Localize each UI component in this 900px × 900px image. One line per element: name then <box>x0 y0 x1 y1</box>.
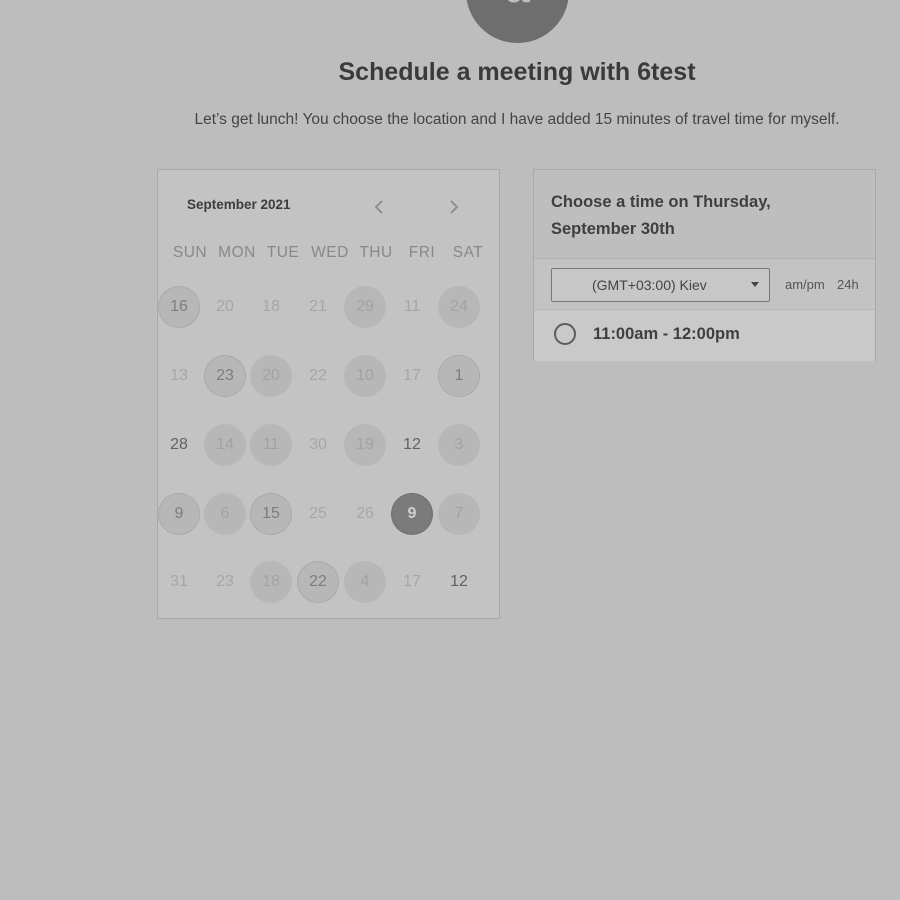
calendar-day[interactable]: 19 <box>344 424 386 466</box>
calendar-day: 20 <box>216 298 234 315</box>
calendar-day[interactable]: 18 <box>250 561 292 603</box>
calendar-day: 26 <box>356 505 374 522</box>
calendar-day: 23 <box>216 573 234 590</box>
time-slot-label: 11:00am - 12:00pm <box>593 325 740 343</box>
24h-format-toggle[interactable]: 24h <box>837 277 859 292</box>
calendar-day: 17 <box>403 573 421 590</box>
calendar-day[interactable]: 10 <box>344 355 386 397</box>
calendar-day: 25 <box>309 505 327 522</box>
time-slot-option[interactable]: 11:00am - 12:00pm <box>534 309 875 361</box>
calendar-day-grid: 16 20 18 21 29 11 24 13 23 20 22 10 17 1 28 14 11 30 19 12 3… <box>158 170 499 618</box>
calendar-day[interactable]: 9 <box>158 493 200 535</box>
page-title: Schedule a meeting with 6test <box>338 58 696 86</box>
calendar-day[interactable]: 1 <box>438 355 480 397</box>
calendar-day: 11 <box>403 298 421 315</box>
timezone-value: (GMT+03:00) Kiev <box>592 277 707 293</box>
ampm-format-toggle[interactable]: am/pm <box>785 277 825 292</box>
calendar-day: 21 <box>309 298 327 315</box>
calendar-day[interactable]: 15 <box>250 493 292 535</box>
calendar-day-selected[interactable]: 9 <box>391 493 433 535</box>
selected-date-heading: Choose a time on Thursday, September 30t… <box>551 193 771 238</box>
calendar-day: 28 <box>170 436 188 453</box>
calendar-day[interactable]: 6 <box>204 493 246 535</box>
calendar-day: 30 <box>309 436 327 453</box>
calendar-day: 12 <box>403 436 421 453</box>
calendar-day[interactable]: 14 <box>204 424 246 466</box>
calendar-day[interactable]: 29 <box>344 286 386 328</box>
calendar-day[interactable]: 7 <box>438 493 480 535</box>
calendar-day[interactable]: 3 <box>438 424 480 466</box>
calendar-day[interactable]: 4 <box>344 561 386 603</box>
calendar-day: 18 <box>262 298 280 315</box>
meeting-description: Let’s get lunch! You choose the location… <box>194 111 840 128</box>
calendar-day: 13 <box>170 367 188 384</box>
calendar-day: 31 <box>170 573 188 590</box>
calendar-day[interactable]: 16 <box>158 286 200 328</box>
date-picker-calendar: September 2021 SUN MON TUE WED THU FRI S… <box>157 169 500 619</box>
time-selection-panel: Choose a time on Thursday, September 30t… <box>533 169 876 361</box>
calendar-day[interactable]: 22 <box>297 561 339 603</box>
calendar-day[interactable]: 11 <box>250 424 292 466</box>
time-panel-header: Choose a time on Thursday, September 30t… <box>534 170 875 259</box>
calendar-day: 17 <box>403 367 421 384</box>
host-avatar: a <box>466 0 569 43</box>
calendar-day[interactable]: 24 <box>438 286 480 328</box>
calendar-day: 22 <box>309 367 327 384</box>
calendar-day[interactable]: 23 <box>204 355 246 397</box>
radio-button[interactable] <box>554 323 576 345</box>
timezone-select[interactable]: (GMT+03:00) Kiev <box>551 268 770 302</box>
caret-down-icon <box>751 282 759 287</box>
calendar-day[interactable]: 20 <box>250 355 292 397</box>
calendar-day: 12 <box>450 573 468 590</box>
